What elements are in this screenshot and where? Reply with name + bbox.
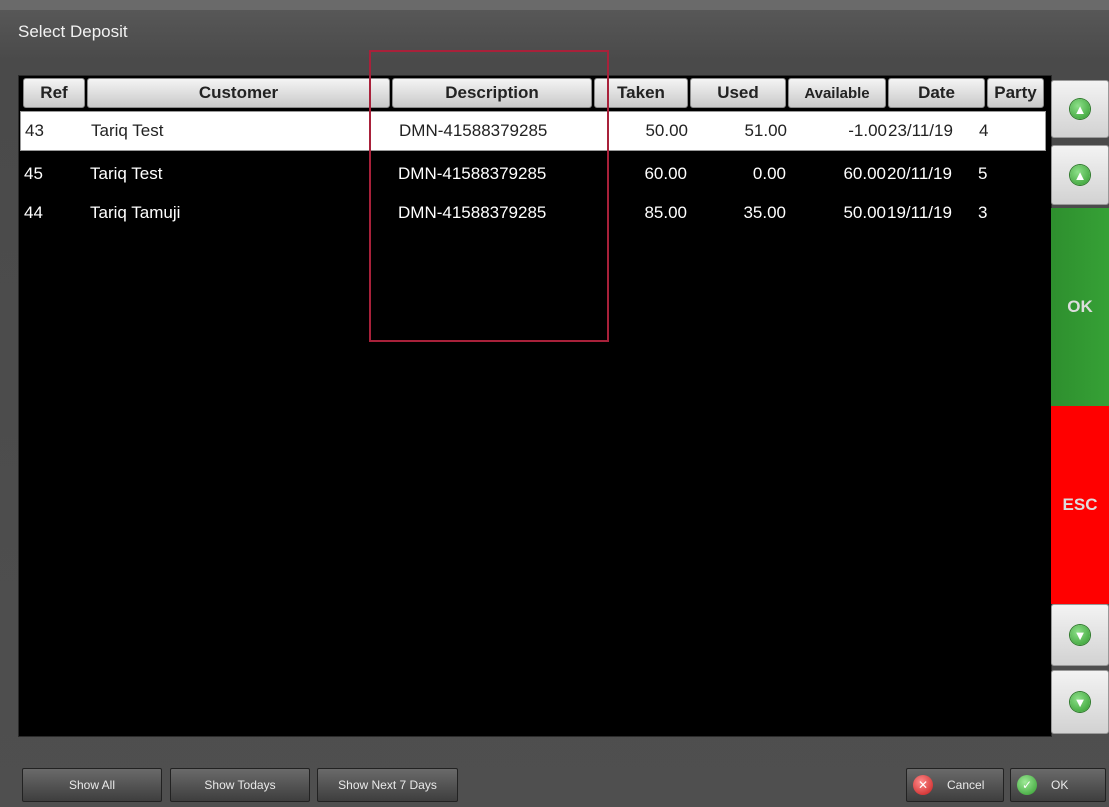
column-header-customer[interactable]: Customer: [87, 78, 390, 108]
window-top-strip: [0, 0, 1109, 10]
cancel-label: Cancel: [947, 778, 985, 792]
arrow-down-icon: ▼: [1070, 625, 1090, 645]
column-header-party[interactable]: Party: [987, 78, 1044, 108]
cell-party: 5: [978, 164, 988, 183]
column-header-available[interactable]: Available: [788, 78, 886, 108]
show-next-7-days-button[interactable]: Show Next 7 Days: [317, 768, 458, 802]
check-icon: ✓: [1017, 775, 1037, 795]
cell-used: 35.00: [743, 203, 786, 222]
cell-ref: 43: [25, 121, 44, 140]
cell-available: 60.00: [843, 164, 886, 183]
show-todays-button[interactable]: Show Todays: [170, 768, 310, 802]
arrow-down-icon: ▼: [1070, 692, 1090, 712]
page-up-button[interactable]: ▲: [1051, 80, 1109, 138]
cell-taken: 85.00: [644, 203, 687, 222]
arrow-up-icon: ▲: [1070, 99, 1090, 119]
cell-used: 0.00: [752, 164, 786, 183]
ok-label: OK: [1051, 778, 1069, 792]
highlight-box: [369, 50, 609, 342]
cell-party: 4: [979, 121, 989, 140]
cell-date: 19/11/19: [887, 203, 952, 222]
show-all-button[interactable]: Show All: [22, 768, 162, 802]
cell-available: 50.00: [843, 203, 886, 222]
scroll-down-button[interactable]: ▼: [1051, 604, 1109, 666]
ok-button[interactable]: ✓ OK: [1010, 768, 1106, 802]
arrow-up-icon: ▲: [1070, 165, 1090, 185]
cell-party: 3: [978, 203, 988, 222]
ok-side-button[interactable]: OK: [1051, 208, 1109, 406]
cell-date: 20/11/19: [887, 164, 952, 183]
window-title: Select Deposit: [18, 22, 128, 41]
page-down-button[interactable]: ▼: [1051, 670, 1109, 734]
cell-taken: 60.00: [644, 164, 687, 183]
column-header-date[interactable]: Date: [888, 78, 985, 108]
esc-side-button[interactable]: ESC: [1051, 406, 1109, 604]
column-header-ref[interactable]: Ref: [23, 78, 85, 108]
cell-taken: 50.00: [645, 121, 688, 140]
cell-customer: Tariq Test: [91, 121, 164, 140]
cell-ref: 45: [24, 164, 43, 183]
cell-available: -1.00: [848, 121, 887, 140]
cell-ref: 44: [24, 203, 43, 222]
cell-date: 23/11/19: [888, 121, 953, 140]
close-icon: ✕: [913, 775, 933, 795]
cell-customer: Tariq Test: [90, 164, 163, 183]
cell-used: 51.00: [744, 121, 787, 140]
column-header-used[interactable]: Used: [690, 78, 786, 108]
scroll-up-button[interactable]: ▲: [1051, 145, 1109, 205]
cell-customer: Tariq Tamuji: [90, 203, 181, 222]
cancel-button[interactable]: ✕ Cancel: [906, 768, 1004, 802]
